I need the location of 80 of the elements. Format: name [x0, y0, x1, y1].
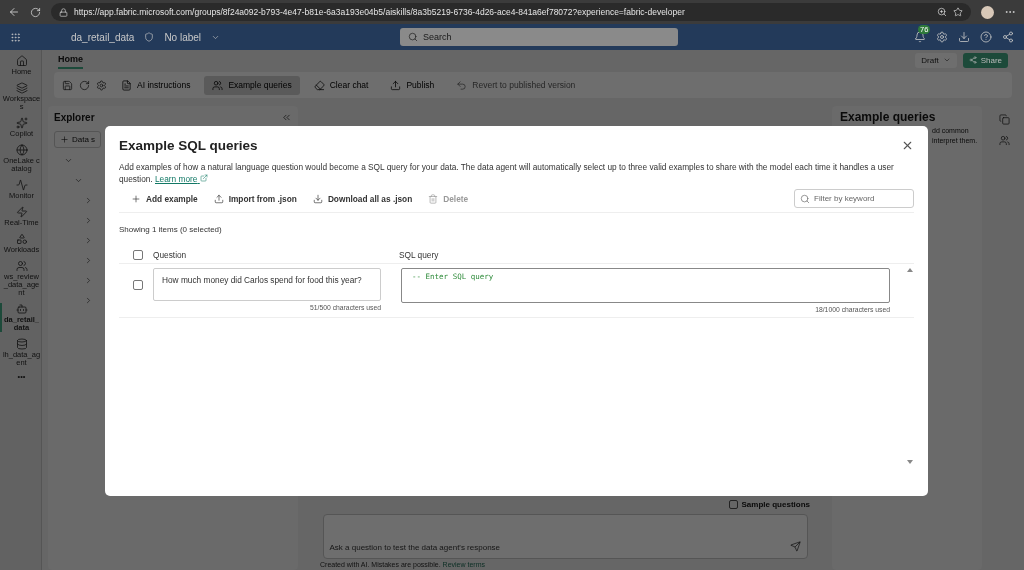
send-icon[interactable] — [789, 541, 801, 552]
search-icon — [800, 193, 810, 204]
toolbar-button[interactable]: Add example — [131, 190, 198, 207]
sensitivity-label[interactable]: No label — [164, 31, 202, 43]
undo-icon — [456, 79, 468, 91]
pulse-icon — [15, 179, 28, 191]
help-icon[interactable] — [980, 31, 992, 43]
save-icon[interactable] — [62, 79, 73, 91]
document-icon — [121, 79, 132, 91]
item-name: da_retail_data — [71, 31, 135, 43]
expand-icon[interactable] — [84, 236, 93, 245]
app-launcher-icon[interactable] — [10, 31, 21, 43]
shield-icon — [144, 32, 155, 42]
panel-title: Explorer — [54, 112, 95, 123]
dialog-title: Example SQL queries — [119, 138, 258, 153]
refresh-icon[interactable] — [79, 79, 90, 91]
column-header: Question — [153, 249, 187, 260]
shapes-icon — [15, 233, 28, 245]
upload-icon — [390, 79, 402, 91]
share-icon — [968, 56, 977, 64]
select-all-checkbox[interactable] — [133, 249, 143, 260]
bell-icon[interactable] — [914, 31, 926, 43]
zoom-icon[interactable] — [937, 7, 947, 17]
people-icon[interactable] — [998, 135, 1010, 146]
learn-more-link[interactable]: Learn more — [155, 174, 208, 184]
expand-icon[interactable] — [84, 296, 93, 305]
people-icon — [212, 79, 224, 91]
search-field[interactable]: Search — [400, 28, 679, 46]
close-button[interactable] — [901, 139, 914, 152]
download-icon[interactable] — [958, 31, 970, 43]
settings-icon[interactable] — [96, 79, 107, 91]
address-bar[interactable]: https://app.fabric.microsoft.com/groups/8f24a092-b793-4e47-b81e-6a3a193e04b5/aiskills/8a3b5219-6736-4d26-ace4-841a6ef78072?experience=fabric-developer — [51, 3, 971, 21]
row-checkbox[interactable] — [133, 279, 143, 290]
share-icon[interactable] — [1002, 31, 1014, 43]
scrollbar[interactable] — [906, 266, 914, 466]
toolbar-button[interactable]: Download all as .json — [312, 190, 413, 207]
expand-icon[interactable] — [84, 256, 93, 265]
toolbar-button[interactable]: Import from .json — [213, 190, 297, 207]
home-icon — [15, 55, 28, 67]
search-icon — [408, 32, 419, 42]
checkbox[interactable] — [728, 500, 738, 509]
plus-icon — [131, 193, 141, 204]
lock-icon — [59, 7, 68, 17]
trash-icon — [428, 193, 439, 204]
ribbon-button[interactable]: Publish — [382, 75, 443, 95]
eraser-icon — [313, 79, 325, 91]
back-icon[interactable] — [8, 6, 20, 18]
ribbon-button[interactable]: AI instructions — [113, 75, 199, 95]
ribbon-button[interactable]: Example queries — [204, 75, 300, 95]
column-header: SQL query — [399, 249, 439, 260]
upload-icon — [213, 193, 224, 204]
selection-summary: Showing 1 items (0 selected) — [119, 225, 223, 234]
profile-avatar[interactable] — [981, 5, 994, 19]
share-button[interactable]: Share — [962, 52, 1008, 68]
panel-title: Example queries — [839, 110, 937, 124]
draft-button[interactable]: Draft — [915, 52, 957, 68]
checkbox-label: Sample questions — [741, 500, 810, 509]
globe-icon — [15, 144, 28, 156]
dialog-description: Add examples of how a natural language question would become a SQL query for your data. The data agent will automatically select up to three valid examples to share with the model each time it handles a user question. Learn more — [119, 161, 895, 185]
copy-icon[interactable] — [998, 114, 1010, 125]
database-icon — [15, 338, 28, 350]
chevron-down-icon — [942, 56, 951, 64]
robot-icon — [15, 303, 28, 315]
expand-icon[interactable] — [84, 276, 93, 285]
bolt-icon — [15, 206, 28, 218]
star-icon[interactable] — [953, 7, 963, 17]
people-icon — [15, 260, 28, 272]
sparkle-icon — [15, 117, 28, 129]
expand-icon[interactable] — [84, 216, 93, 225]
filter-field[interactable]: Filter by keyword — [794, 189, 914, 208]
question-field[interactable]: How much money did Carlos spend for food this year? — [153, 268, 381, 301]
chat-input[interactable]: Ask a question to test the data agent's response — [322, 514, 808, 559]
add-data-button[interactable]: Data s — [54, 131, 102, 148]
expand-icon[interactable] — [84, 196, 93, 205]
ribbon-button[interactable]: Clear chat — [305, 75, 377, 95]
ribbon-tab[interactable]: Home — [58, 51, 83, 69]
external-link-icon — [199, 174, 208, 182]
plus-icon — [60, 135, 69, 144]
layers-icon — [15, 82, 28, 94]
download-icon — [312, 193, 323, 204]
